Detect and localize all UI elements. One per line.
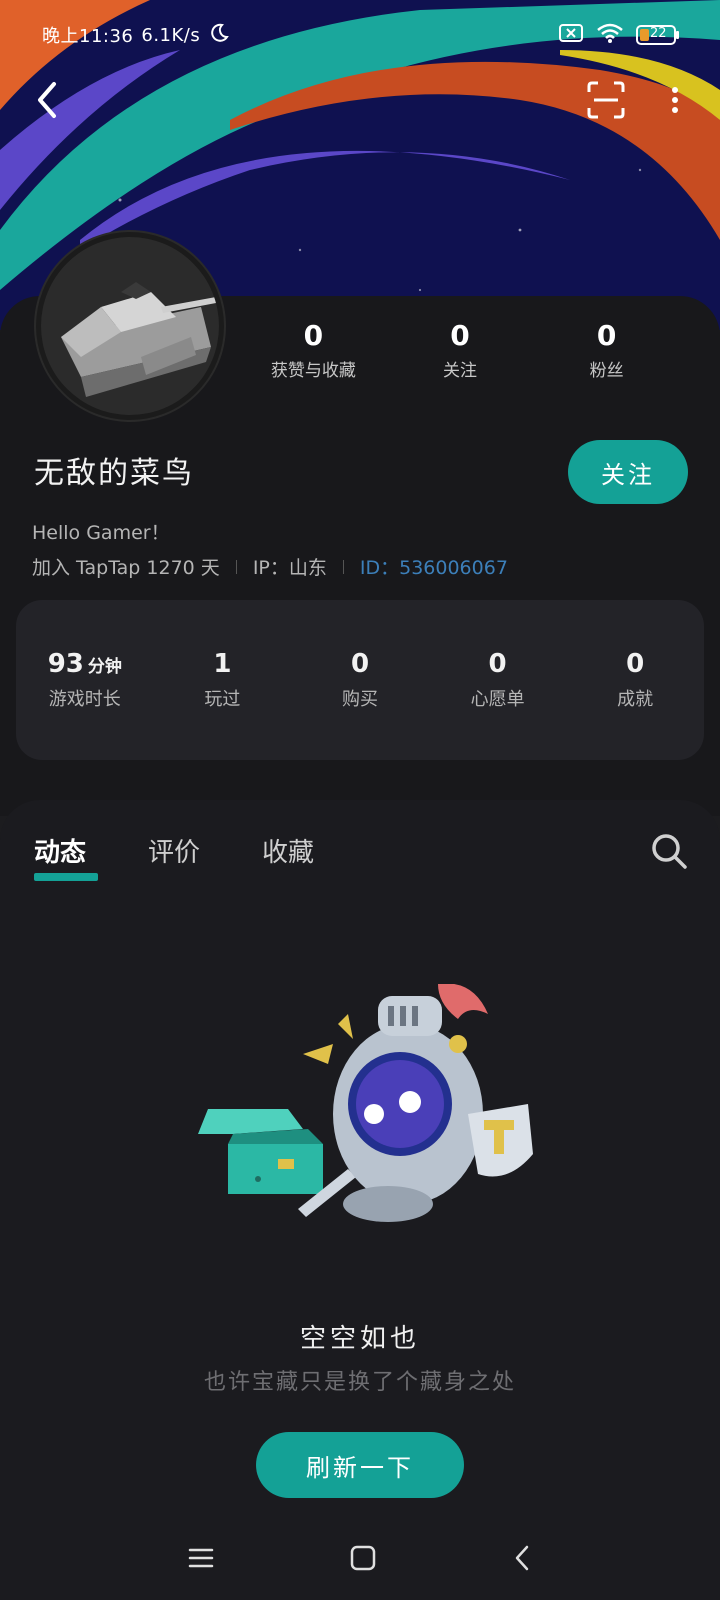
game-stat-label: 游戏时长 xyxy=(48,689,121,710)
stat-following-label: 关注 xyxy=(442,361,477,381)
game-stat-value: 0 xyxy=(350,649,370,679)
game-stat-achievements[interactable]: 0 成就 xyxy=(575,649,695,711)
game-stat-label: 玩过 xyxy=(204,689,241,710)
stat-following[interactable]: 0 关注 xyxy=(410,318,510,381)
sim-off-icon xyxy=(558,23,584,47)
game-stat-value: 1 xyxy=(213,649,232,679)
tab-label: 评价 xyxy=(148,838,201,868)
game-stats-card: 93 分钟 游戏时长 1 玩过 0 购买 0 心愿单 0 成就 xyxy=(16,600,704,760)
stat-following-value: 0 xyxy=(450,319,470,352)
back-arrow-icon[interactable] xyxy=(30,78,66,126)
menu-icon[interactable] xyxy=(188,1547,214,1573)
user-meta: 加入 TapTap 1270 天 IP：山东 ID：536006067 xyxy=(32,553,508,580)
stat-likes-value: 0 xyxy=(303,319,324,352)
knight-mascot-icon xyxy=(333,983,533,1222)
game-stat-value: 0 xyxy=(488,649,507,679)
treasure-chest-icon xyxy=(198,1109,323,1194)
more-vertical-icon[interactable] xyxy=(670,85,680,119)
game-stat-value: 93 分钟 xyxy=(47,649,122,679)
status-bar: 晚上11:36 6.1K/s 22 xyxy=(42,18,680,52)
refresh-button[interactable]: 刷新一下 xyxy=(256,1432,464,1498)
avatar[interactable] xyxy=(36,232,224,420)
search-icon[interactable] xyxy=(650,832,688,874)
game-stat-label: 心愿单 xyxy=(470,689,525,710)
status-left: 晚上11:36 6.1K/s xyxy=(42,22,230,49)
tab-reviews[interactable]: 评价 xyxy=(148,832,200,881)
tab-dynamics[interactable]: 动态 xyxy=(34,832,98,881)
tank-avatar-image xyxy=(41,237,219,415)
status-time: 晚上11:36 xyxy=(42,26,134,47)
status-net-speed: 6.1K/s xyxy=(141,24,201,46)
scan-icon[interactable] xyxy=(586,80,626,124)
join-duration: 加入 TapTap 1270 天 xyxy=(32,557,220,579)
home-icon[interactable] xyxy=(350,1545,376,1575)
game-stat-value: 0 xyxy=(626,649,645,679)
top-actions xyxy=(586,80,680,124)
profile-stats: 0 获赞与收藏 0 关注 0 粉丝 xyxy=(240,318,680,381)
system-navigation-bar xyxy=(0,1520,720,1600)
empty-state-illustration xyxy=(188,983,548,1248)
meta-divider xyxy=(235,559,237,574)
game-stat-label: 购买 xyxy=(341,689,378,710)
tab-label: 动态 xyxy=(34,838,87,868)
empty-state-title: 空空如也 xyxy=(299,1324,420,1354)
game-stat-purchased[interactable]: 0 购买 xyxy=(300,649,420,711)
game-stat-label: 成就 xyxy=(617,689,654,710)
tab-collections[interactable]: 收藏 xyxy=(262,832,314,881)
tab-label: 收藏 xyxy=(262,838,315,868)
top-navigation xyxy=(30,78,680,126)
content-tabs: 动态 评价 收藏 xyxy=(34,832,314,881)
stat-followers-label: 粉丝 xyxy=(589,361,624,381)
back-icon[interactable] xyxy=(512,1544,532,1576)
username: 无敌的菜鸟 xyxy=(34,456,194,491)
stat-likes-label: 获赞与收藏 xyxy=(270,361,356,381)
game-stat-playtime[interactable]: 93 分钟 游戏时长 xyxy=(25,649,145,711)
stat-followers[interactable]: 0 粉丝 xyxy=(557,318,657,381)
ip-location: IP：山东 xyxy=(252,557,327,579)
follow-button[interactable]: 关注 xyxy=(568,440,688,504)
user-id[interactable]: ID：536006067 xyxy=(360,553,508,580)
game-stat-wishlist[interactable]: 0 心愿单 xyxy=(438,649,558,711)
wifi-icon xyxy=(596,22,624,48)
empty-state-subtitle: 也许宝藏只是换了个藏身之处 xyxy=(203,1370,516,1395)
meta-divider xyxy=(342,559,344,574)
stat-likes[interactable]: 0 获赞与收藏 xyxy=(263,318,363,381)
user-bio: Hello Gamer！ xyxy=(32,522,170,544)
moon-icon xyxy=(208,22,230,49)
game-stat-played[interactable]: 1 玩过 xyxy=(162,649,282,711)
active-tab-indicator xyxy=(34,873,98,881)
status-right: 22 xyxy=(558,22,680,48)
battery-icon: 22 xyxy=(636,24,680,46)
battery-level: 22 xyxy=(650,26,667,41)
stat-followers-value: 0 xyxy=(596,319,617,352)
